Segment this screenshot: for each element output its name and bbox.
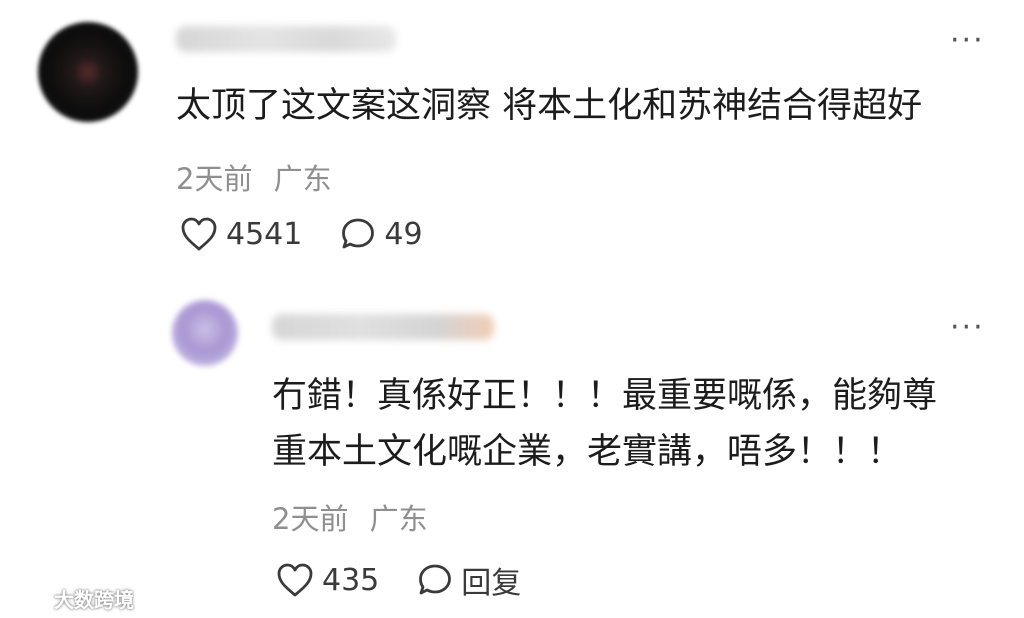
avatar[interactable] [38,22,138,122]
reply-text-line: 重本土文化嘅企業，老實講，唔多！！！ [272,432,903,472]
reply-count-button[interactable]: 49 [340,216,423,252]
timestamp: 2天前 [272,502,349,536]
watermark: 大数跨境 [8,584,134,613]
comment-thread: ··· 太顶了这文案这洞察 将本土化和苏神结合得超好 2天前 广东 4541 4… [0,0,1024,618]
speech-bubble-icon [342,218,375,249]
reply-label: 回复 [461,566,522,601]
reply-button[interactable]: 回复 [417,558,521,602]
reply-count: 49 [384,216,423,252]
username-blurred[interactable] [272,314,494,340]
watermark-text: 大数跨境 [54,588,134,612]
reply-actions: 435 回复 [276,558,521,602]
comment-meta: 2天前 广东 [176,156,332,198]
avatar[interactable] [172,300,238,366]
timestamp: 2天前 [176,162,253,196]
like-count: 435 [322,562,380,598]
like-button[interactable]: 435 [276,562,379,598]
speech-bubble-icon [419,564,452,595]
reply-meta: 2天前 广东 [272,496,428,538]
watermark-logo-icon [8,589,47,608]
location: 广东 [369,502,428,536]
comment-actions: 4541 49 [180,216,423,252]
comment-text: 太顶了这文案这洞察 将本土化和苏神结合得超好 [176,86,923,126]
location: 广东 [273,162,332,196]
heart-outline-icon [277,563,313,597]
like-button[interactable]: 4541 [180,216,302,252]
reply-text-line: 冇錯！真係好正！！！最重要嘅係，能夠尊 [272,376,938,416]
like-count: 4541 [226,216,303,252]
more-dots-icon[interactable]: ··· [950,313,985,343]
more-dots-icon[interactable]: ··· [950,26,985,56]
reply-text: 冇錯！真係好正！！！最重要嘅係，能夠尊 重本土文化嘅企業，老實講，唔多！！！ [272,368,937,480]
heart-outline-icon [181,217,217,251]
username-blurred[interactable] [176,26,396,52]
